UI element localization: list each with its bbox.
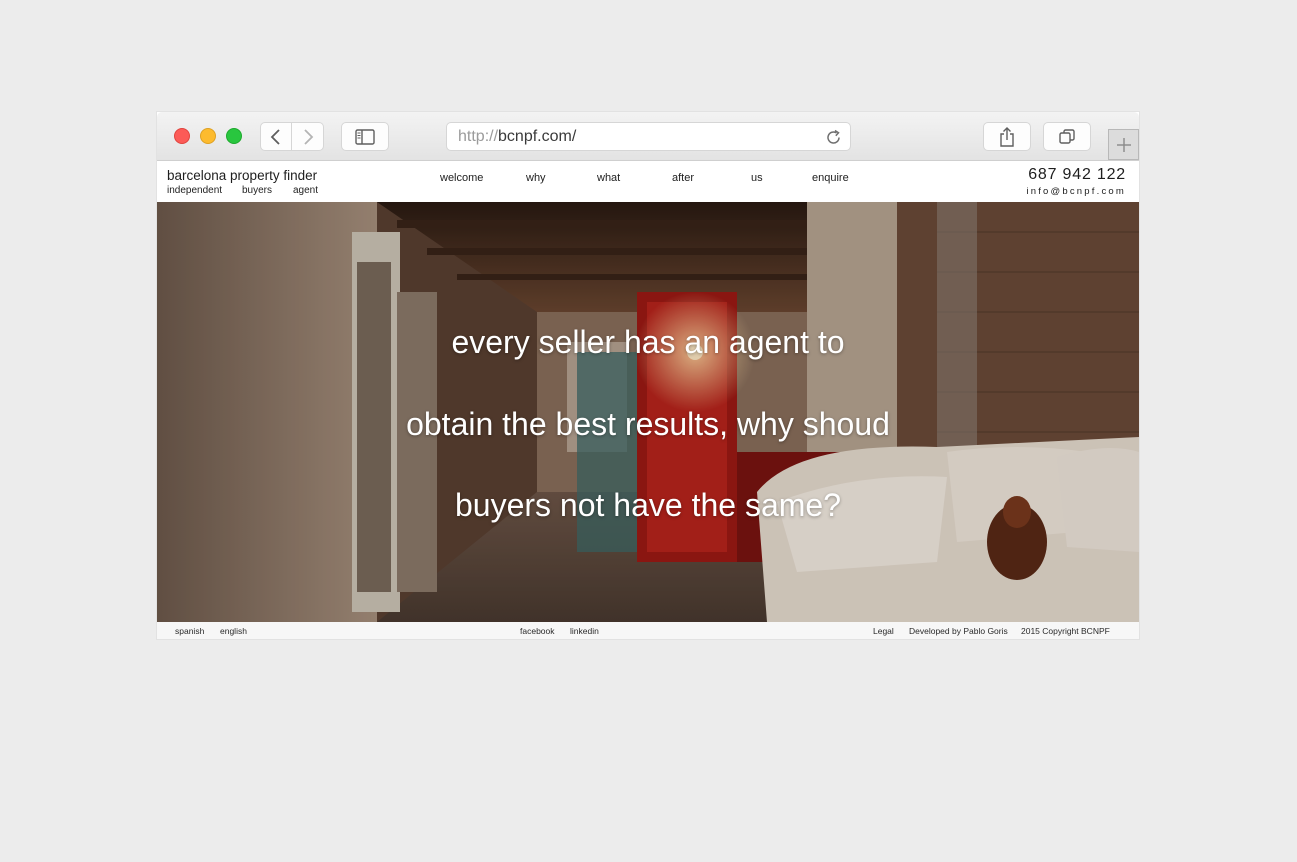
developer-credit: Developed by Pablo Goris (909, 626, 1008, 636)
chevron-left-icon (270, 128, 280, 145)
nav-after[interactable]: after (672, 172, 694, 184)
language-spanish-link[interactable]: spanish (175, 626, 204, 636)
url-protocol: http:// (458, 128, 499, 145)
tagline-word: independent (167, 185, 223, 196)
sidebar-toggle-button[interactable] (341, 122, 389, 151)
tabs-icon (1059, 128, 1075, 144)
hero-headline-line: obtain the best results, why shoud (406, 406, 890, 442)
forward-button[interactable] (292, 122, 324, 151)
chevron-right-icon (303, 128, 313, 145)
share-icon (1000, 126, 1014, 147)
back-button[interactable] (260, 122, 292, 151)
nav-why[interactable]: why (526, 172, 546, 184)
close-window-button[interactable] (174, 128, 190, 144)
site-brand[interactable]: barcelona property finder (167, 168, 317, 183)
linkedin-link[interactable]: linkedin (570, 626, 599, 636)
site-footer: spanish english facebook linkedin Legal … (157, 622, 1139, 639)
hero-headline-line: buyers not have the same? (454, 487, 841, 523)
browser-window: http://bcnpf.com/ barcelona property fin… (157, 112, 1139, 639)
site-tagline: independent buyers agent (167, 185, 318, 196)
url-host: bcnpf.com/ (498, 128, 577, 145)
minimize-window-button[interactable] (200, 128, 216, 144)
share-button[interactable] (983, 122, 1031, 151)
copyright-text: 2015 Copyright BCNPF (1021, 626, 1110, 636)
zoom-window-button[interactable] (226, 128, 242, 144)
plus-icon (1116, 137, 1131, 152)
hero-headline-line: every seller has an agent to (451, 324, 845, 360)
address-bar[interactable]: http://bcnpf.com/ (446, 122, 851, 151)
nav-enquire[interactable]: enquire (812, 172, 849, 184)
nav-us[interactable]: us (751, 172, 763, 184)
legal-link[interactable]: Legal (873, 626, 894, 636)
tagline-word: buyers (242, 185, 273, 196)
reload-icon[interactable] (825, 129, 842, 151)
contact-phone[interactable]: 687 942 122 (1028, 166, 1126, 184)
url-text: http://bcnpf.com/ (458, 128, 576, 146)
new-tab-button[interactable] (1108, 129, 1139, 160)
tagline-word: agent (293, 185, 319, 196)
browser-toolbar: http://bcnpf.com/ (157, 112, 1139, 161)
contact-email[interactable]: info@bcnpf.com (1026, 186, 1126, 197)
site-header: barcelona property finder independent bu… (157, 162, 1139, 202)
nav-welcome[interactable]: welcome (440, 172, 483, 184)
nav-what[interactable]: what (597, 172, 620, 184)
show-tabs-button[interactable] (1043, 122, 1091, 151)
sidebar-icon (355, 128, 375, 145)
facebook-link[interactable]: facebook (520, 626, 555, 636)
language-english-link[interactable]: english (220, 626, 247, 636)
hero-banner: every seller has an agent to obtain the … (157, 202, 1139, 622)
